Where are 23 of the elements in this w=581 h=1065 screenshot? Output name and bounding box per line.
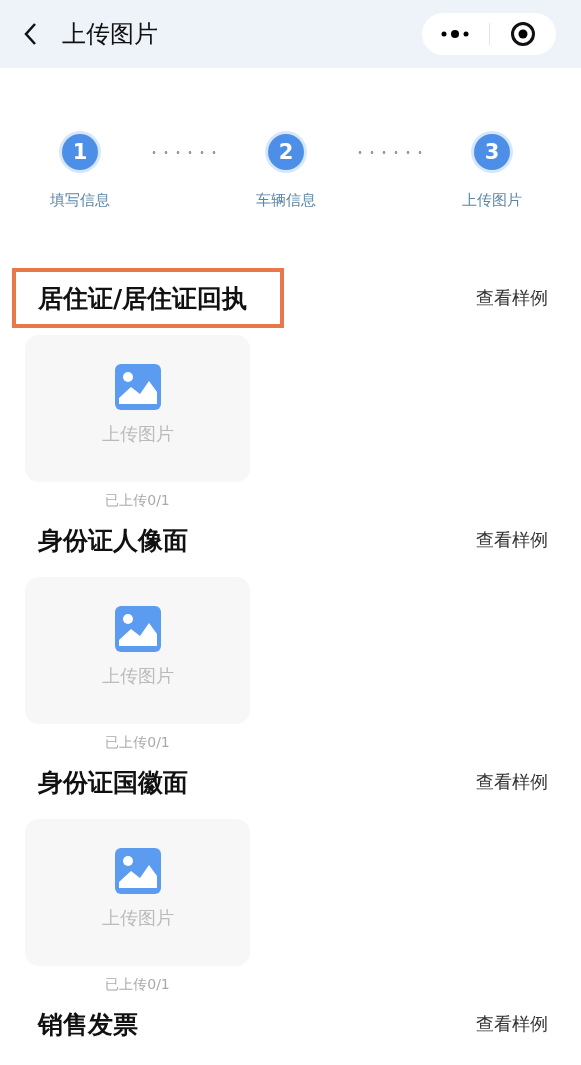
image-icon [114, 364, 161, 410]
section-title: 销售发票 [36, 1008, 139, 1041]
view-sample-link[interactable]: 查看样例 [476, 1012, 548, 1036]
target-icon[interactable] [509, 21, 536, 47]
step-number: 1 [62, 134, 98, 170]
step-number: 3 [474, 134, 510, 170]
step-label: 上传图片 [462, 190, 522, 210]
step-number: 2 [268, 134, 304, 170]
section-title: 身份证国徽面 [37, 766, 189, 799]
step-label: 填写信息 [50, 190, 110, 210]
section-title: 居住证/居住证回执 [12, 268, 285, 328]
image-icon [114, 848, 161, 894]
upload-count: 已上传0/1 [105, 492, 170, 508]
view-sample-link[interactable]: 查看样例 [476, 770, 548, 794]
more-icon[interactable] [441, 29, 470, 39]
view-sample-link[interactable]: 查看样例 [476, 528, 548, 552]
upload-count: 已上传0/1 [105, 976, 170, 992]
step-label: 车辆信息 [256, 190, 316, 210]
view-sample-link[interactable]: 查看样例 [476, 286, 548, 310]
section-title: 身份证人像面 [37, 524, 189, 557]
page-title: 上传图片 [62, 19, 159, 50]
upload-count: 已上传0/1 [105, 734, 170, 750]
image-icon [114, 606, 161, 652]
